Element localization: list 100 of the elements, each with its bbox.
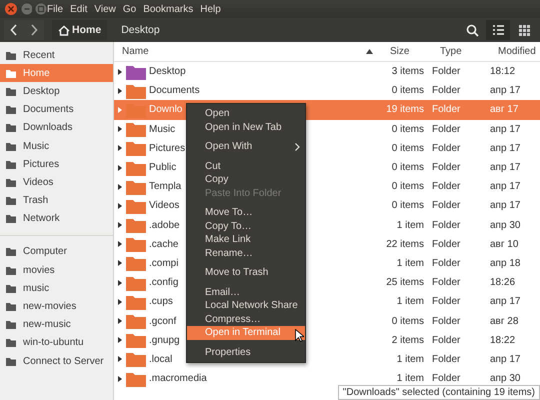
file-modified: апр 17 bbox=[489, 354, 522, 365]
maximize-icon[interactable] bbox=[35, 3, 47, 15]
expander-icon bbox=[118, 126, 122, 132]
sidebar-item[interactable]: Trash bbox=[0, 192, 113, 210]
expander-icon bbox=[118, 202, 122, 209]
menu-item[interactable]: Local Network Share bbox=[187, 299, 305, 312]
folder-icon bbox=[5, 122, 17, 134]
menu-item[interactable]: Open in New Tab bbox=[187, 120, 305, 134]
file-size: 1 item bbox=[396, 373, 424, 384]
menu-item[interactable]: Copy bbox=[187, 173, 305, 186]
sidebar-item[interactable]: music bbox=[0, 279, 113, 298]
expander-icon bbox=[118, 88, 122, 94]
file-type: Folder bbox=[431, 334, 462, 346]
menu-item[interactable]: File bbox=[47, 4, 64, 14]
expander-icon bbox=[118, 280, 122, 286]
sidebar-item[interactable]: Music bbox=[0, 136, 113, 156]
expander-icon bbox=[118, 318, 122, 324]
sidebar-item[interactable]: Videos bbox=[0, 173, 113, 192]
file-size: 1 item bbox=[396, 258, 424, 269]
expander-icon bbox=[118, 337, 122, 344]
menu-item[interactable]: Make Link bbox=[187, 233, 305, 246]
folder-icon bbox=[5, 264, 17, 276]
folder-icon bbox=[5, 213, 17, 224]
file-name: Videos bbox=[148, 200, 180, 212]
chevron-right-icon bbox=[30, 24, 38, 36]
status-bar: "Downloads" selected (containing 19 items) bbox=[338, 385, 540, 400]
file-type: Folder bbox=[431, 277, 462, 288]
file-name: Downlo bbox=[148, 104, 182, 116]
minimize-icon[interactable] bbox=[20, 3, 32, 15]
column-header[interactable]: Name bbox=[114, 46, 370, 57]
path-button[interactable]: Home bbox=[52, 20, 108, 40]
forward-button[interactable] bbox=[24, 20, 44, 40]
column-header[interactable]: Type bbox=[432, 46, 490, 57]
file-name: .local bbox=[148, 354, 172, 365]
folder-icon bbox=[5, 301, 17, 312]
expander-icon bbox=[118, 68, 122, 75]
menu-item[interactable]: Open bbox=[187, 107, 305, 120]
folder-icon bbox=[5, 356, 17, 367]
sidebar-item[interactable]: Downloads bbox=[0, 118, 113, 137]
file-size: 25 items bbox=[385, 277, 424, 288]
expander-icon bbox=[118, 164, 122, 171]
file-modified: 18:22 bbox=[489, 334, 516, 346]
back-button[interactable] bbox=[4, 20, 24, 40]
menu-item[interactable]: Help bbox=[200, 4, 221, 14]
file-size: 0 items bbox=[390, 200, 424, 212]
menu-item[interactable]: Properties bbox=[187, 346, 305, 359]
file-size: 22 items bbox=[385, 238, 424, 250]
menu-item[interactable]: Cut bbox=[187, 160, 305, 173]
file-modified: авг 28 bbox=[489, 316, 520, 327]
expander-icon bbox=[118, 376, 122, 382]
column-header[interactable]: Modified bbox=[490, 46, 540, 57]
menu-item[interactable]: Copy To… bbox=[187, 220, 305, 233]
folder-icon bbox=[5, 195, 17, 206]
sidebar-item[interactable]: new-music bbox=[0, 316, 113, 334]
sidebar-item[interactable]: movies bbox=[0, 261, 113, 280]
file-type: Folder bbox=[431, 124, 462, 135]
file-size: 0 items bbox=[390, 124, 424, 135]
sidebar-item[interactable]: Computer bbox=[0, 242, 113, 262]
menu-item[interactable]: Rename… bbox=[187, 246, 305, 260]
menu-item[interactable]: Bookmarks bbox=[143, 4, 194, 14]
menu-item[interactable]: Move to Trash bbox=[187, 266, 305, 280]
sidebar-item[interactable]: Connect to Server bbox=[0, 352, 113, 370]
sidebar-item[interactable]: new-movies bbox=[0, 297, 113, 316]
file-type: Folder bbox=[431, 142, 462, 154]
sidebar-item[interactable]: Desktop bbox=[0, 82, 113, 101]
file-modified: апр 17 bbox=[489, 142, 522, 154]
file-type: Folder bbox=[431, 373, 462, 384]
list-view-button[interactable] bbox=[486, 20, 510, 40]
path-button[interactable]: Desktop bbox=[115, 20, 166, 40]
sidebar-item[interactable]: Network bbox=[0, 210, 113, 228]
sidebar-item[interactable]: win-to-ubuntu bbox=[0, 334, 113, 352]
close-icon[interactable] bbox=[4, 2, 18, 16]
file-modified: апр 17 bbox=[489, 124, 522, 135]
menu-item[interactable]: Move To… bbox=[187, 206, 305, 220]
menu-item[interactable]: Email… bbox=[187, 286, 305, 299]
file-name: .gconf bbox=[148, 316, 176, 327]
sidebar-item[interactable]: Recent bbox=[0, 46, 113, 64]
file-modified: апр 18 bbox=[489, 258, 522, 269]
file-modified: апр 17 bbox=[489, 296, 522, 308]
file-modified: авг 10 bbox=[489, 238, 520, 250]
sidebar-item[interactable]: Pictures bbox=[0, 155, 113, 174]
folder-icon bbox=[5, 158, 17, 170]
column-header[interactable]: Size bbox=[370, 46, 432, 57]
file-name: Desktop bbox=[148, 66, 186, 78]
menu-item[interactable]: Go bbox=[122, 4, 136, 14]
menu-item[interactable]: Open With bbox=[187, 140, 305, 154]
file-size: 1 item bbox=[396, 220, 424, 231]
menu-item[interactable]: Edit bbox=[70, 4, 88, 14]
folder-icon bbox=[5, 50, 17, 61]
chevron-left-icon bbox=[10, 24, 18, 36]
file-size: 19 items bbox=[385, 104, 424, 116]
file-name: Documents bbox=[148, 85, 200, 96]
file-size: 0 items bbox=[390, 181, 424, 192]
sidebar-item[interactable]: Documents bbox=[0, 100, 113, 119]
file-size: 3 items bbox=[390, 66, 424, 78]
file-name: .cache bbox=[148, 238, 178, 250]
file-type: Folder bbox=[431, 181, 462, 192]
file-modified: 18:26 bbox=[489, 277, 516, 288]
menu-item[interactable]: Compress… bbox=[187, 312, 305, 326]
menu-item[interactable]: View bbox=[94, 4, 116, 14]
